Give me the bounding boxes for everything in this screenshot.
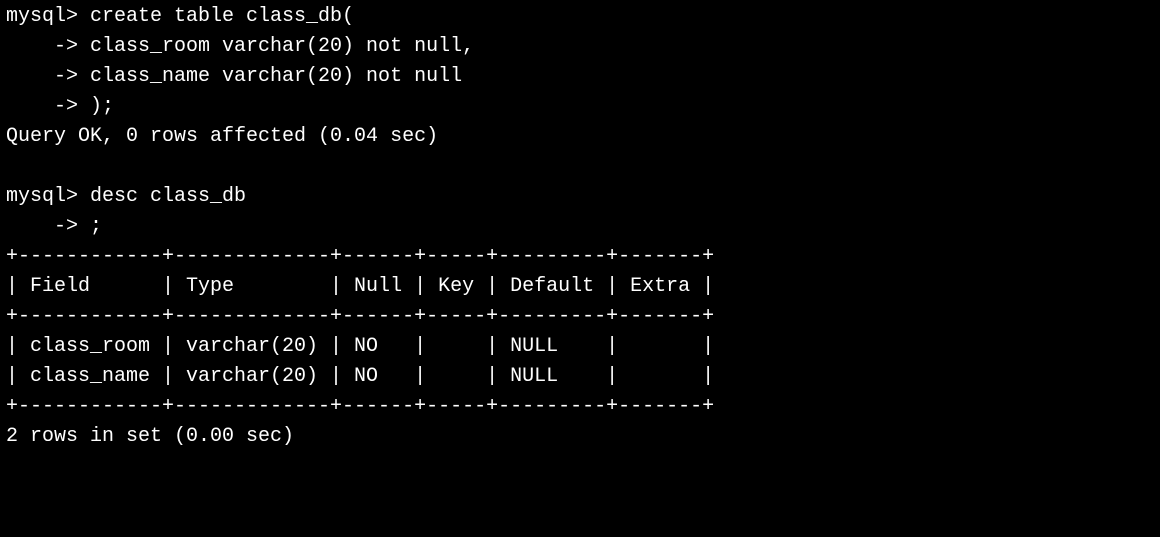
mysql-continuation-line[interactable]: -> class_room varchar(20) not null, xyxy=(6,35,474,58)
mysql-continuation-line[interactable]: -> class_name varchar(20) not null xyxy=(6,65,462,88)
mysql-continuation-line[interactable]: -> ; xyxy=(6,215,102,238)
mysql-continuation-line[interactable]: -> ); xyxy=(6,95,114,118)
query-result-line: Query OK, 0 rows affected (0.04 sec) xyxy=(6,125,438,148)
mysql-prompt-line[interactable]: mysql> desc class_db xyxy=(6,185,246,208)
table-row: | class_room | varchar(20) | NO | | NULL… xyxy=(6,335,714,358)
table-row: | class_name | varchar(20) | NO | | NULL… xyxy=(6,365,714,388)
table-border-line: +------------+-------------+------+-----… xyxy=(6,245,714,268)
query-result-line: 2 rows in set (0.00 sec) xyxy=(6,425,294,448)
table-border-line: +------------+-------------+------+-----… xyxy=(6,305,714,328)
table-border-line: +------------+-------------+------+-----… xyxy=(6,395,714,418)
terminal-output: mysql> create table class_db( -> class_r… xyxy=(0,0,1160,454)
table-header-line: | Field | Type | Null | Key | Default | … xyxy=(6,275,714,298)
mysql-prompt-line[interactable]: mysql> create table class_db( xyxy=(6,5,354,28)
